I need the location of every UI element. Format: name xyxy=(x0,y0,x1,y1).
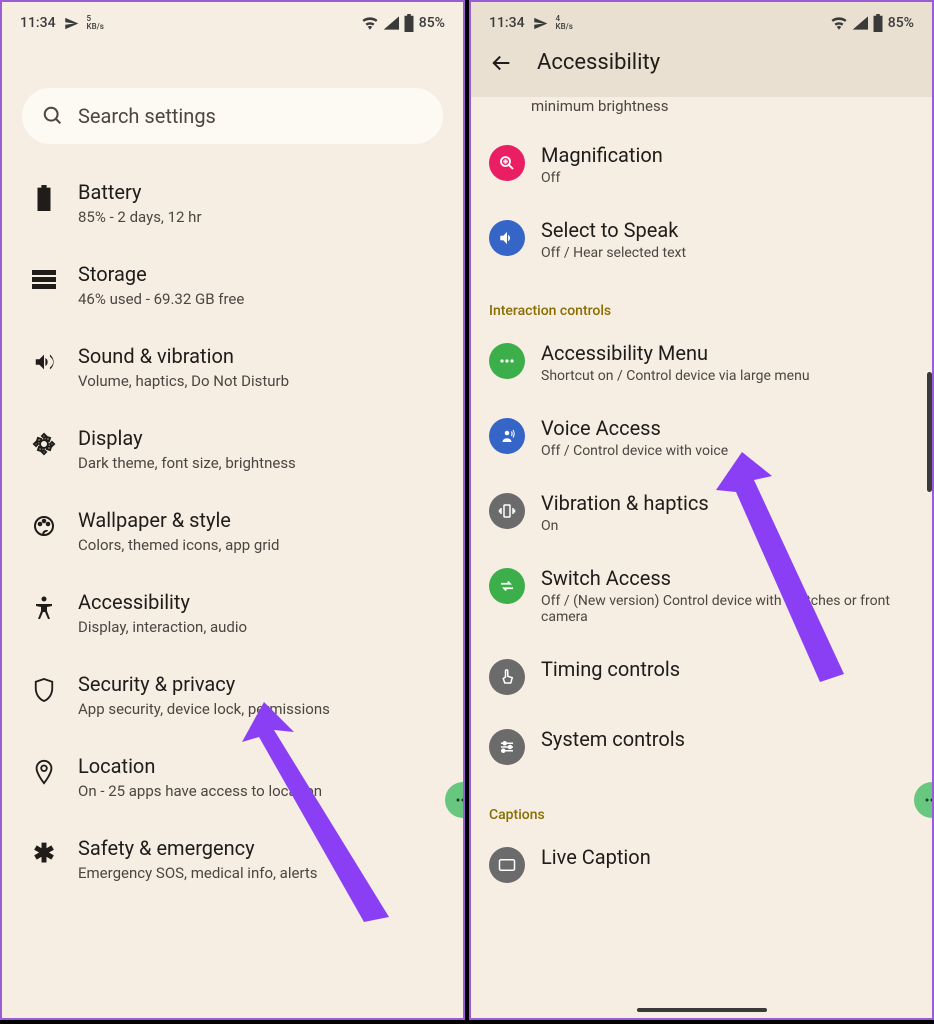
screen-accessibility: 11:34 4KB/s 85% Accessibility minimum br… xyxy=(469,0,934,1020)
status-time: 11:34 xyxy=(20,15,56,31)
settings-item-storage[interactable]: Storage46% used - 69.32 GB free xyxy=(2,244,463,326)
section-header-captions: Captions xyxy=(471,781,932,829)
status-time: 11:34 xyxy=(489,15,525,31)
net-rate: 4KB/s xyxy=(556,15,573,31)
signal-icon xyxy=(852,16,868,30)
search-settings-input[interactable]: Search settings xyxy=(22,88,443,144)
settings-item-wallpaper[interactable]: Wallpaper & styleColors, themed icons, a… xyxy=(2,490,463,572)
storage-icon xyxy=(30,266,58,294)
page-title: Accessibility xyxy=(537,50,660,75)
accessibility-item-menu[interactable]: Accessibility MenuShortcut on / Control … xyxy=(471,325,932,400)
sliders-icon xyxy=(489,729,525,765)
status-bar: 11:34 5KB/s 85% xyxy=(2,2,463,40)
scrollbar[interactable] xyxy=(927,372,932,492)
voice-icon xyxy=(489,418,525,454)
partial-subtitle: minimum brightness xyxy=(531,97,932,115)
settings-item-security[interactable]: Security & privacyApp security, device l… xyxy=(2,654,463,736)
send-icon xyxy=(64,16,79,31)
battery-icon xyxy=(403,14,415,32)
settings-item-sound[interactable]: Sound & vibrationVolume, haptics, Do Not… xyxy=(2,326,463,408)
settings-item-accessibility[interactable]: AccessibilityDisplay, interaction, audio xyxy=(2,572,463,654)
accessibility-item-system-controls[interactable]: System controls xyxy=(471,711,932,781)
emergency-icon: ✱ xyxy=(30,840,58,868)
battery-percent: 85% xyxy=(419,15,445,31)
search-placeholder: Search settings xyxy=(78,104,216,128)
location-icon xyxy=(30,758,58,786)
accessibility-item-switch-access[interactable]: Switch AccessOff / (New version) Control… xyxy=(471,550,932,641)
sound-icon xyxy=(30,348,58,376)
accessibility-item-timing[interactable]: Timing controls xyxy=(471,641,932,711)
settings-item-location[interactable]: LocationOn - 25 apps have access to loca… xyxy=(2,736,463,818)
send-icon xyxy=(533,16,548,31)
accessibility-item-select-to-speak[interactable]: Select to SpeakOff / Hear selected text xyxy=(471,202,932,277)
signal-icon xyxy=(383,16,399,30)
settings-item-display[interactable]: DisplayDark theme, font size, brightness xyxy=(2,408,463,490)
vibration-icon xyxy=(489,493,525,529)
touch-icon xyxy=(489,659,525,695)
search-icon xyxy=(42,105,64,127)
speaker-icon xyxy=(489,220,525,256)
battery-percent: 85% xyxy=(888,15,914,31)
shield-icon xyxy=(30,676,58,704)
settings-item-safety[interactable]: ✱ Safety & emergencyEmergency SOS, medic… xyxy=(2,818,463,900)
dots-icon xyxy=(489,343,525,379)
wifi-icon xyxy=(830,16,848,30)
palette-icon xyxy=(30,512,58,540)
accessibility-icon xyxy=(30,594,58,622)
section-header-interaction: Interaction controls xyxy=(471,277,932,325)
battery-icon xyxy=(872,14,884,32)
accessibility-item-voice-access[interactable]: Voice AccessOff / Control device with vo… xyxy=(471,400,932,475)
accessibility-item-magnification[interactable]: MagnificationOff xyxy=(471,127,932,202)
accessibility-item-vibration[interactable]: Vibration & hapticsOn xyxy=(471,475,932,550)
brightness-icon xyxy=(30,430,58,458)
settings-item-battery[interactable]: Battery85% - 2 days, 12 hr xyxy=(2,162,463,244)
caption-icon xyxy=(489,847,525,883)
back-icon[interactable] xyxy=(491,52,513,74)
zoom-in-icon xyxy=(489,145,525,181)
screen-settings-main: 11:34 5KB/s 85% Search settings Battery8… xyxy=(0,0,465,1020)
nav-handle[interactable] xyxy=(637,1008,767,1012)
wifi-icon xyxy=(361,16,379,30)
switch-icon xyxy=(489,568,525,604)
app-bar: 11:34 4KB/s 85% Accessibility xyxy=(471,2,932,97)
net-rate: 5KB/s xyxy=(87,15,104,31)
battery-icon xyxy=(30,184,58,212)
accessibility-item-live-caption[interactable]: Live Caption xyxy=(471,829,932,899)
